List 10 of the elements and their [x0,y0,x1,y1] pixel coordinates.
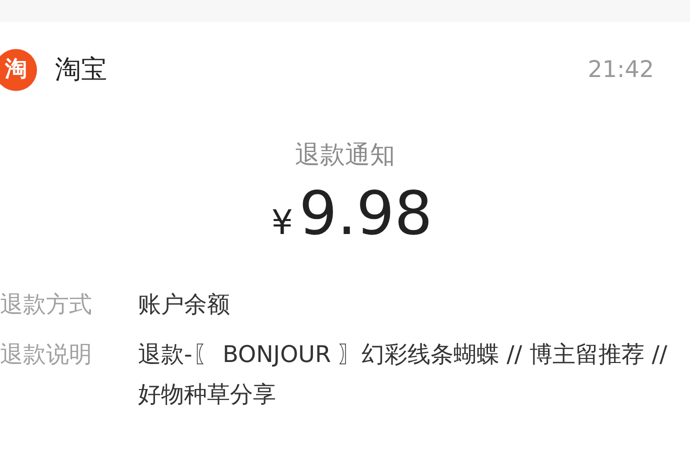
app-name: 淘宝 [55,54,107,86]
notification-time: 21:42 [588,56,654,85]
detail-value: 退款-〖 BONJOUR 〗幻彩线条蝴蝶 // 博主留推荐 // 好物种草分享 [138,340,668,410]
detail-value: 账户余额 [138,290,231,320]
detail-label: 退款说明 [0,340,93,370]
app-icon: 淘 [0,49,37,91]
notice-title: 退款通知 [295,139,395,171]
refund-amount: 9.98 [299,184,433,244]
currency-symbol: ¥ [271,202,294,244]
detail-label: 退款方式 [0,290,93,320]
